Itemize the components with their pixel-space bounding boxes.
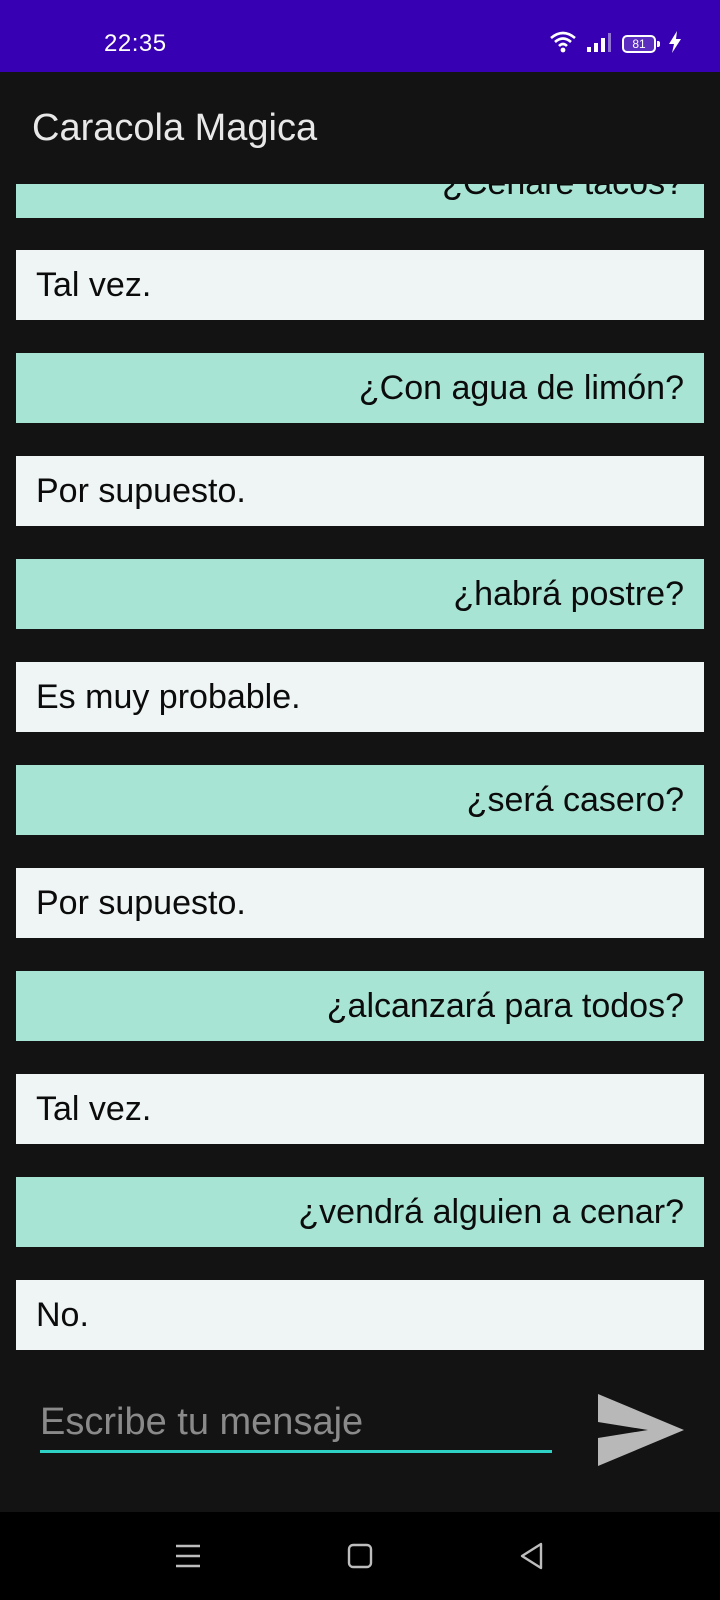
message-list[interactable]: ¿Cenaré tacos? Tal vez. ¿Con agua de lim… bbox=[0, 184, 720, 1350]
message-input[interactable] bbox=[40, 1394, 552, 1453]
status-icons: 81 bbox=[550, 30, 682, 58]
message-question: ¿será casero? bbox=[16, 765, 704, 835]
signal-icon bbox=[586, 31, 612, 58]
message-question: ¿alcanzará para todos? bbox=[16, 971, 704, 1041]
message-question: ¿Con agua de limón? bbox=[16, 353, 704, 423]
message-answer: Por supuesto. bbox=[16, 456, 704, 526]
app-title: Caracola Magica bbox=[32, 107, 318, 149]
composer bbox=[0, 1350, 720, 1512]
message-answer: Es muy probable. bbox=[16, 662, 704, 732]
charging-icon bbox=[668, 30, 682, 59]
menu-icon[interactable] bbox=[164, 1532, 212, 1580]
status-bar: 22:35 81 bbox=[0, 0, 720, 72]
home-icon[interactable] bbox=[336, 1532, 384, 1580]
message-answer: Tal vez. bbox=[16, 250, 704, 320]
message-question: ¿vendrá alguien a cenar? bbox=[16, 1177, 704, 1247]
wifi-icon bbox=[550, 31, 576, 58]
system-nav-bar bbox=[0, 1512, 720, 1600]
send-button[interactable] bbox=[596, 1392, 686, 1468]
app-bar: Caracola Magica bbox=[0, 72, 720, 184]
status-time: 22:35 bbox=[104, 30, 167, 57]
send-icon bbox=[598, 1394, 684, 1466]
message-question: ¿habrá postre? bbox=[16, 559, 704, 629]
message-answer: No. bbox=[16, 1280, 704, 1350]
message-answer: Por supuesto. bbox=[16, 868, 704, 938]
message-question: ¿Cenaré tacos? bbox=[16, 184, 704, 218]
message-answer: Tal vez. bbox=[16, 1074, 704, 1144]
back-icon[interactable] bbox=[508, 1532, 556, 1580]
battery-icon: 81 bbox=[622, 35, 660, 53]
